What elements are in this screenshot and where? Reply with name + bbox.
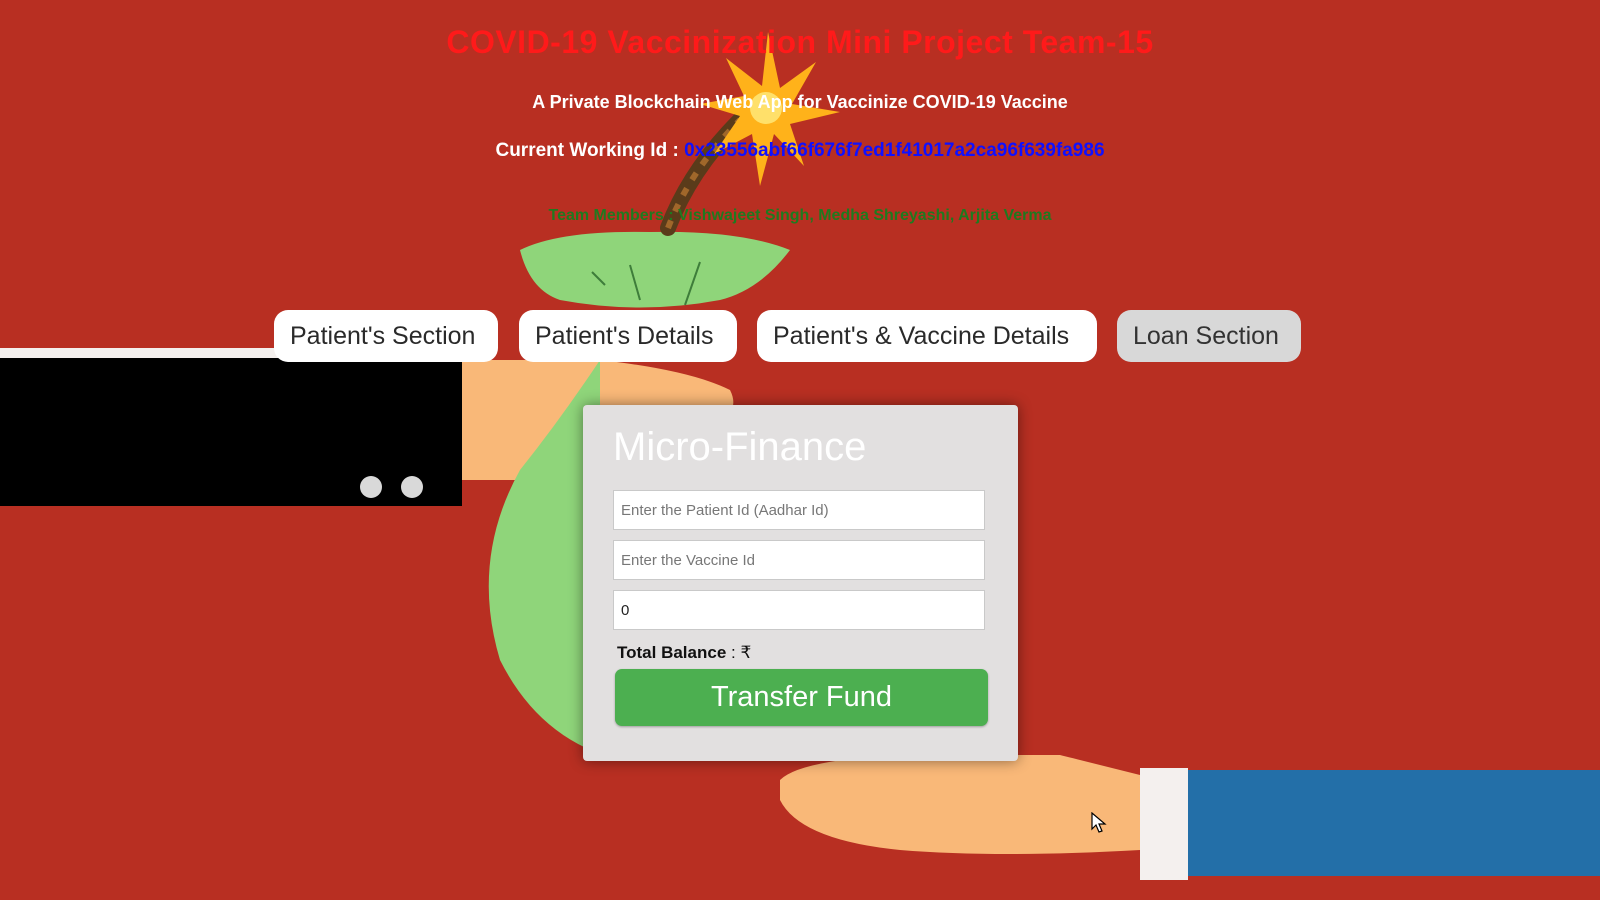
nav-patients-details-button[interactable]: Patient's Details — [519, 310, 737, 362]
right-cuff — [1140, 768, 1188, 880]
patient-id-input[interactable] — [613, 490, 985, 530]
sleeve-button — [401, 476, 423, 498]
vaccine-id-input[interactable] — [613, 540, 985, 580]
transfer-fund-button[interactable]: Transfer Fund — [615, 669, 988, 726]
page-title: COVID-19 Vaccinization Mini Project Team… — [446, 24, 1154, 60]
section-nav: Patient's Section Patient's Details Pati… — [0, 310, 1600, 362]
sleeve-button — [360, 476, 382, 498]
total-balance: Total Balance : ₹ — [617, 643, 751, 663]
micro-finance-card: Micro-Finance Total Balance : ₹ Transfer… — [583, 405, 1018, 761]
team-members: Team Members : Vishwajeet Singh, Medha S… — [548, 207, 1052, 224]
amount-input[interactable] — [613, 590, 985, 630]
right-sleeve — [1188, 770, 1600, 876]
left-sleeve — [0, 358, 462, 506]
working-id-label: Current Working Id : — [495, 140, 685, 161]
nav-patients-section-button[interactable]: Patient's Section — [274, 310, 498, 362]
total-balance-currency: : ₹ — [726, 643, 752, 662]
nav-loan-section-button[interactable]: Loan Section — [1117, 310, 1301, 362]
page-subtitle: A Private Blockchain Web App for Vaccini… — [532, 92, 1068, 112]
nav-patient-vaccine-details-button[interactable]: Patient's & Vaccine Details — [757, 310, 1097, 362]
total-balance-label: Total Balance — [617, 643, 727, 662]
money-bag-top — [520, 231, 790, 308]
working-id-line: Current Working Id : 0x23556abf66f676f7e… — [0, 140, 1600, 162]
mouse-cursor-icon — [1091, 812, 1107, 833]
card-title: Micro-Finance — [613, 425, 867, 469]
right-hand — [780, 755, 1140, 854]
working-id-value: 0x23556abf66f676f7ed1f41017a2ca96f639fa9… — [684, 140, 1105, 161]
